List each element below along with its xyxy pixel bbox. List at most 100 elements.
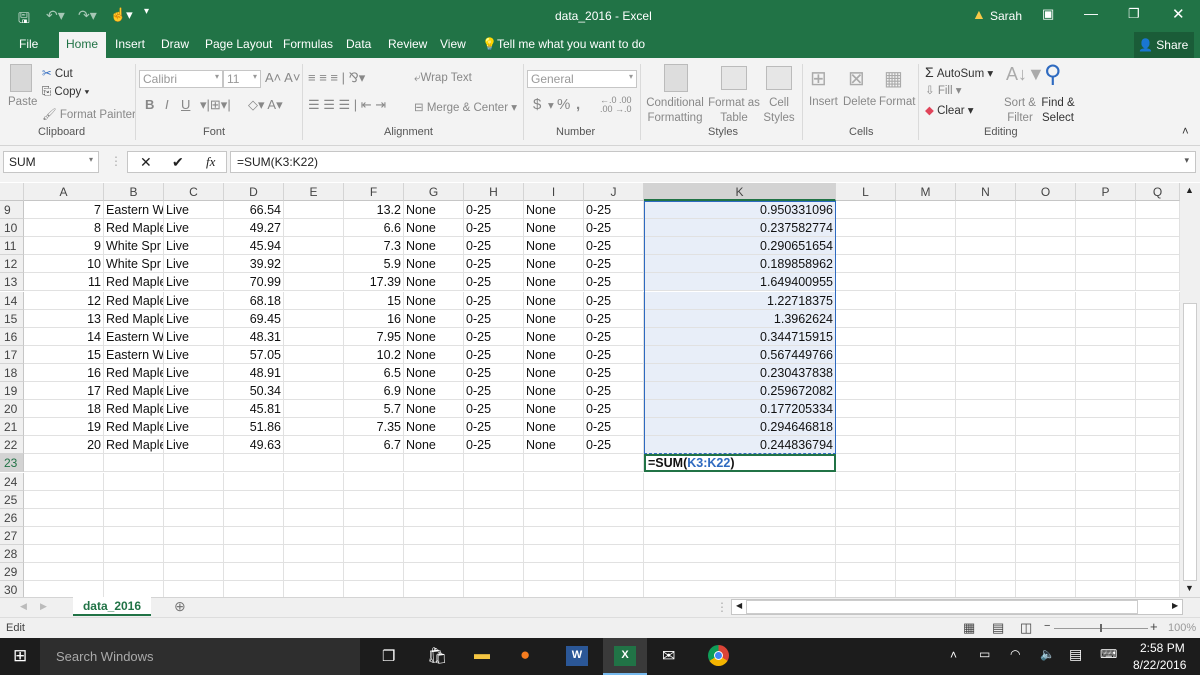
store-icon[interactable]: 🛍 xyxy=(427,646,447,666)
file-explorer-icon[interactable]: ▬ xyxy=(474,646,490,664)
italic-button[interactable]: I xyxy=(165,97,169,112)
cell-f16[interactable]: 7.95 xyxy=(344,327,404,346)
vertical-scrollbar[interactable]: ▲ ▼ xyxy=(1180,183,1200,597)
cell-h24[interactable] xyxy=(464,472,524,491)
cell-l30[interactable] xyxy=(836,581,896,597)
cell-b24[interactable] xyxy=(104,472,164,491)
cell-n21[interactable] xyxy=(956,418,1016,437)
share-button[interactable]: 👤 Share xyxy=(1134,32,1194,58)
cell-m23[interactable] xyxy=(896,454,956,473)
cell-m30[interactable] xyxy=(896,581,956,597)
cell-k11[interactable]: 0.290651654 xyxy=(644,237,836,256)
excel-taskbar-button[interactable]: X xyxy=(603,638,647,675)
spreadsheet-grid[interactable]: A B C D E F G H I J K L M N O P Q 9 7 Eastern W Live 66.54 13.… xyxy=(0,183,1180,597)
cell-b26[interactable] xyxy=(104,508,164,527)
cell-j9[interactable]: 0-25 xyxy=(584,201,644,220)
cell-q11[interactable] xyxy=(1136,237,1180,256)
scroll-down-icon[interactable]: ▼ xyxy=(1185,583,1194,593)
cell-f9[interactable]: 13.2 xyxy=(344,201,404,220)
column-header-m[interactable]: M xyxy=(896,183,956,201)
cell-e18[interactable] xyxy=(284,363,344,382)
cell-h15[interactable]: 0-25 xyxy=(464,309,524,328)
cell-f24[interactable] xyxy=(344,472,404,491)
format-cells-button[interactable]: Format xyxy=(879,96,915,108)
cell-g13[interactable]: None xyxy=(404,273,464,292)
cell-h22[interactable]: 0-25 xyxy=(464,436,524,455)
cell-j23[interactable] xyxy=(584,454,644,473)
cell-c11[interactable]: Live xyxy=(164,237,224,256)
cell-o30[interactable] xyxy=(1016,581,1076,597)
tab-formulas[interactable]: Formulas xyxy=(283,37,333,51)
cell-i26[interactable] xyxy=(524,508,584,527)
column-header-p[interactable]: P xyxy=(1076,183,1136,201)
cell-p26[interactable] xyxy=(1076,508,1136,527)
fill-color-icon[interactable]: ◇▾ A▾ xyxy=(248,97,283,113)
cell-k16[interactable]: 0.344715915 xyxy=(644,327,836,346)
format-painter-button[interactable]: 🖌 Format Painter xyxy=(42,107,136,121)
cell-e30[interactable] xyxy=(284,581,344,597)
cell-f15[interactable]: 16 xyxy=(344,309,404,328)
cell-i15[interactable]: None xyxy=(524,309,584,328)
cell-n11[interactable] xyxy=(956,237,1016,256)
cell-q26[interactable] xyxy=(1136,508,1180,527)
cell-g22[interactable]: None xyxy=(404,436,464,455)
cell-i22[interactable]: None xyxy=(524,436,584,455)
row-header[interactable]: 14 xyxy=(0,291,24,310)
cell-f23[interactable] xyxy=(344,454,404,473)
cell-e11[interactable] xyxy=(284,237,344,256)
cell-i25[interactable] xyxy=(524,490,584,509)
cell-n18[interactable] xyxy=(956,363,1016,382)
cell-m18[interactable] xyxy=(896,363,956,382)
cell-h13[interactable]: 0-25 xyxy=(464,273,524,292)
cell-p25[interactable] xyxy=(1076,490,1136,509)
cell-i20[interactable]: None xyxy=(524,400,584,419)
cell-p20[interactable] xyxy=(1076,400,1136,419)
cell-q13[interactable] xyxy=(1136,273,1180,292)
cell-m28[interactable] xyxy=(896,544,956,563)
scroll-up-icon[interactable]: ▲ xyxy=(1185,185,1194,195)
cell-o13[interactable] xyxy=(1016,273,1076,292)
cell-a12[interactable]: 10 xyxy=(24,255,104,274)
scroll-left-icon[interactable]: ◀ xyxy=(736,601,742,610)
cell-i29[interactable] xyxy=(524,563,584,582)
cell-d27[interactable] xyxy=(224,526,284,545)
cell-e27[interactable] xyxy=(284,526,344,545)
zoom-level[interactable]: 100% xyxy=(1168,622,1196,634)
cell-e13[interactable] xyxy=(284,273,344,292)
row-header[interactable]: 20 xyxy=(0,400,24,419)
cell-d30[interactable] xyxy=(224,581,284,597)
row-header[interactable]: 27 xyxy=(0,526,24,545)
find-select-button[interactable]: Find & Select xyxy=(1038,96,1078,126)
column-header-a[interactable]: A xyxy=(24,183,104,201)
cell-d28[interactable] xyxy=(224,544,284,563)
volume-icon[interactable]: 🔈 xyxy=(1040,647,1055,661)
cell-j13[interactable]: 0-25 xyxy=(584,273,644,292)
cell-f14[interactable]: 15 xyxy=(344,291,404,310)
cell-p9[interactable] xyxy=(1076,201,1136,220)
normal-view-icon[interactable]: ▦ xyxy=(963,620,975,636)
cell-q14[interactable] xyxy=(1136,291,1180,310)
cell-h20[interactable]: 0-25 xyxy=(464,400,524,419)
cell-h10[interactable]: 0-25 xyxy=(464,219,524,238)
cell-d18[interactable]: 48.91 xyxy=(224,363,284,382)
column-header-l[interactable]: L xyxy=(836,183,896,201)
cell-o14[interactable] xyxy=(1016,291,1076,310)
cell-n20[interactable] xyxy=(956,400,1016,419)
task-view-icon[interactable]: ❐ xyxy=(382,647,395,665)
delete-cells-button[interactable]: Delete xyxy=(843,96,876,108)
cell-b20[interactable]: Red Maple xyxy=(104,400,164,419)
cell-i11[interactable]: None xyxy=(524,237,584,256)
cell-n23[interactable] xyxy=(956,454,1016,473)
cell-j11[interactable]: 0-25 xyxy=(584,237,644,256)
cell-j21[interactable]: 0-25 xyxy=(584,418,644,437)
enter-check-icon[interactable]: ✔ xyxy=(172,154,184,171)
column-header-f[interactable]: F xyxy=(344,183,404,201)
cell-n9[interactable] xyxy=(956,201,1016,220)
row-header[interactable]: 9 xyxy=(0,201,24,220)
cut-button[interactable]: ✂ Cut xyxy=(42,66,73,80)
underline-button[interactable]: U xyxy=(181,97,190,112)
cell-d24[interactable] xyxy=(224,472,284,491)
cell-g17[interactable]: None xyxy=(404,345,464,364)
cell-l29[interactable] xyxy=(836,563,896,582)
mail-icon[interactable]: ✉ xyxy=(662,646,675,666)
